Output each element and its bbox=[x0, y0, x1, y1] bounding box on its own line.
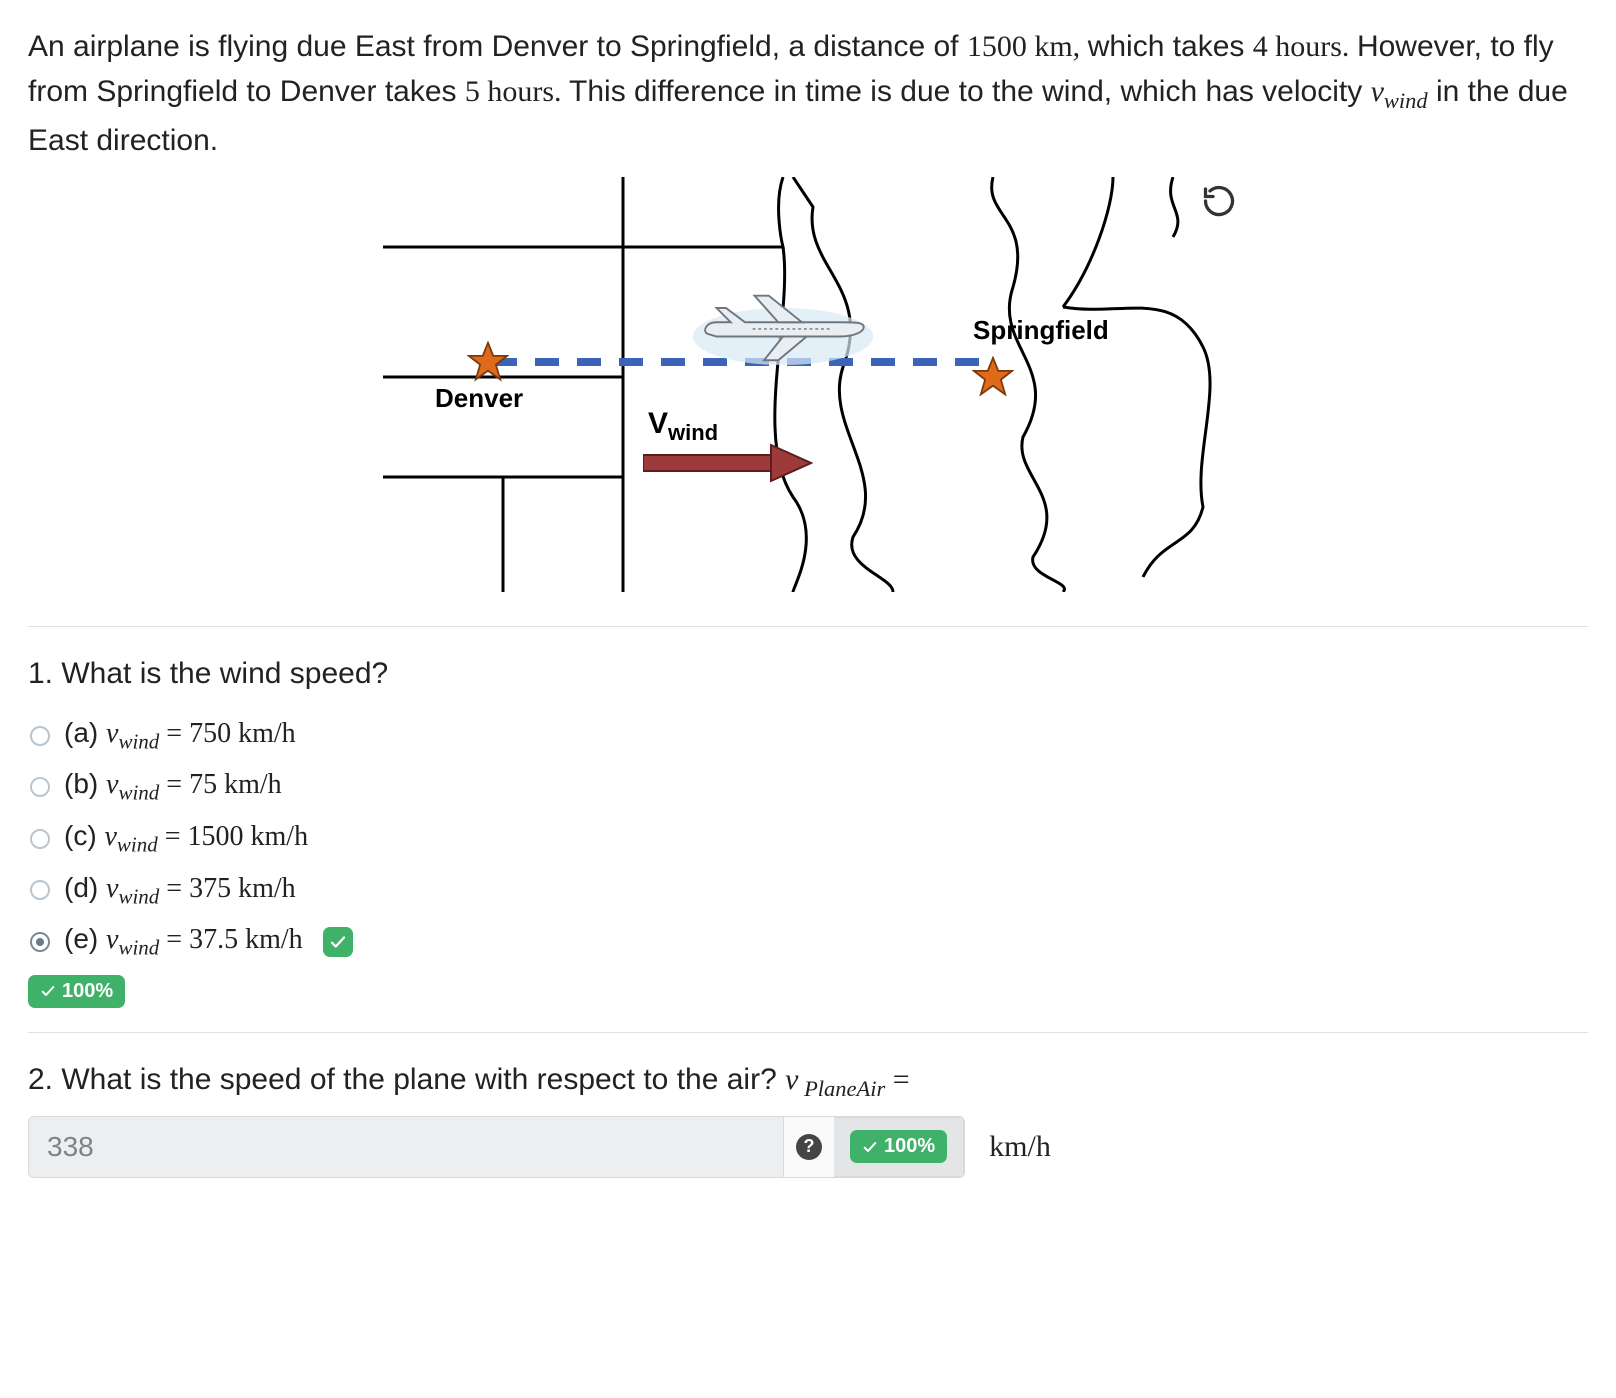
q2-answer-input[interactable] bbox=[29, 1117, 783, 1177]
airplane-icon bbox=[688, 282, 878, 372]
q2-unit: km/h bbox=[975, 1116, 1051, 1178]
problem-statement: An airplane is flying due East from Denv… bbox=[28, 24, 1588, 163]
option-label: (a) vwind = 750 km/h bbox=[64, 717, 296, 755]
correct-mark bbox=[323, 927, 353, 957]
check-icon bbox=[862, 1139, 878, 1155]
vwind-symbol: vwind bbox=[1371, 75, 1428, 108]
help-icon: ? bbox=[796, 1134, 822, 1160]
q1-option-e[interactable]: (e) vwind = 37.5 km/h bbox=[30, 923, 1588, 961]
option-label: (c) vwind = 1500 km/h bbox=[64, 820, 308, 858]
q1-option-b[interactable]: (b) vwind = 75 km/h bbox=[30, 768, 1588, 806]
label-denver: Denver bbox=[435, 383, 523, 414]
problem-text-part-2: which takes bbox=[1088, 30, 1253, 63]
distance-value: 1500 km, bbox=[967, 30, 1088, 63]
star-icon-springfield bbox=[972, 356, 1014, 398]
radio-button[interactable] bbox=[30, 726, 50, 746]
q1-option-a[interactable]: (a) vwind = 750 km/h bbox=[30, 717, 1588, 755]
help-button[interactable]: ? bbox=[783, 1117, 834, 1177]
q2-score-chip: 100% bbox=[850, 1130, 947, 1163]
label-springfield: Springfield bbox=[973, 315, 1109, 346]
radio-button[interactable] bbox=[30, 829, 50, 849]
time-east-value: 4 hours. bbox=[1253, 30, 1357, 63]
q1-option-d[interactable]: (d) vwind = 375 km/h bbox=[30, 872, 1588, 910]
divider bbox=[28, 1032, 1588, 1033]
radio-button[interactable] bbox=[30, 777, 50, 797]
question-2: 2. What is the speed of the plane with r… bbox=[28, 1063, 1588, 1178]
problem-text-part-1: An airplane is flying due East from Denv… bbox=[28, 30, 967, 63]
q2-score-label: 100% bbox=[884, 1135, 935, 1158]
figure-map: Denver Springfield Vwind bbox=[373, 177, 1243, 592]
option-label: (d) vwind = 375 km/h bbox=[64, 872, 296, 910]
q1-option-c[interactable]: (c) vwind = 1500 km/h bbox=[30, 820, 1588, 858]
divider bbox=[28, 626, 1588, 627]
radio-button[interactable] bbox=[30, 932, 50, 952]
q2-answer-box: ? 100% bbox=[28, 1116, 965, 1178]
star-icon-denver bbox=[467, 341, 509, 383]
label-vwind: Vwind bbox=[648, 407, 718, 446]
check-icon bbox=[40, 983, 56, 999]
q1-title: 1. What is the wind speed? bbox=[28, 657, 1588, 691]
problem-text-part-4: This difference in time is due to the wi… bbox=[569, 75, 1371, 108]
option-label: (b) vwind = 75 km/h bbox=[64, 768, 282, 806]
option-label: (e) vwind = 37.5 km/h bbox=[64, 923, 303, 961]
time-west-value: 5 hours. bbox=[465, 75, 569, 108]
q2-title: 2. What is the speed of the plane with r… bbox=[28, 1063, 1588, 1102]
q2-score-block: 100% bbox=[834, 1117, 964, 1177]
question-1: 1. What is the wind speed? (a) vwind = 7… bbox=[28, 657, 1588, 1008]
radio-button[interactable] bbox=[30, 880, 50, 900]
q1-score-chip: 100% bbox=[28, 975, 125, 1008]
q1-score-label: 100% bbox=[62, 980, 113, 1003]
wind-arrow-icon bbox=[643, 443, 813, 483]
